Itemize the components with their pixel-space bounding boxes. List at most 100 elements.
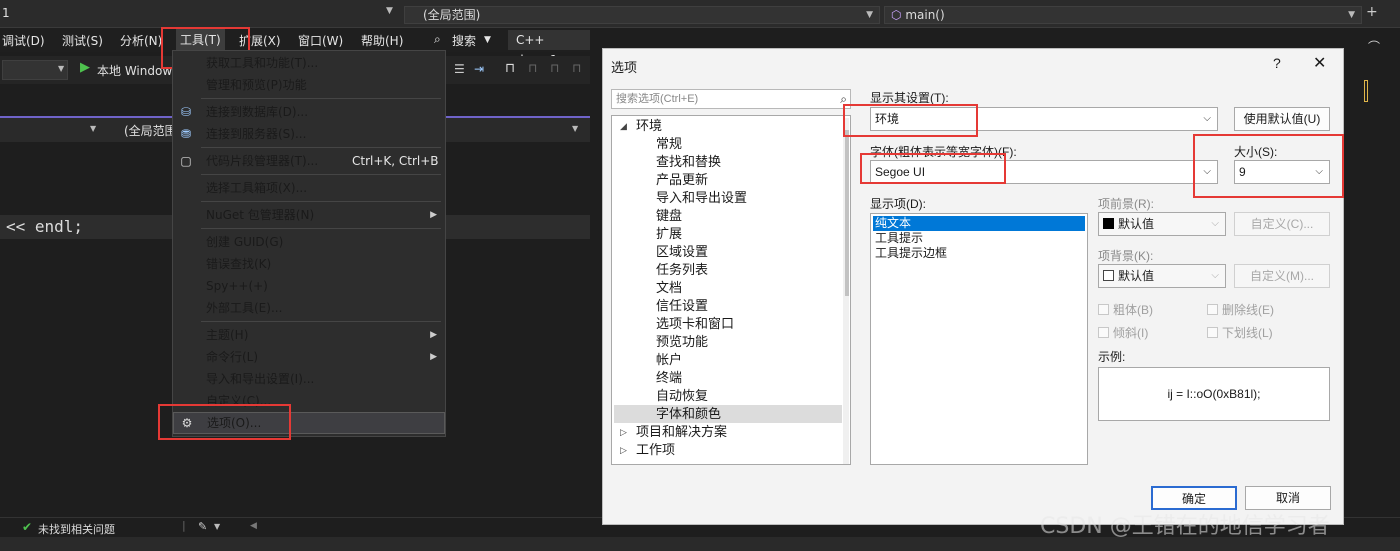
menu-debug[interactable]: 调试(D) <box>2 32 45 49</box>
split-icon[interactable]: + <box>1366 4 1378 20</box>
tree-item[interactable]: 扩展 <box>614 225 842 243</box>
tools-item-label: 管理和预览(P)功能 <box>206 78 307 92</box>
tools-item-import-export[interactable]: 导入和导出设置(I)... <box>173 369 445 389</box>
tools-item-shortcut: Ctrl+K, Ctrl+B <box>352 154 439 168</box>
tree-item[interactable]: 预览功能 <box>614 333 842 351</box>
help-icon[interactable]: ? <box>1273 55 1281 71</box>
foreground-custom-button[interactable]: 自定义(C)... <box>1234 212 1330 236</box>
tree-item[interactable]: ◢ 环境 <box>614 117 842 135</box>
tools-item-external-tools[interactable]: 外部工具(E)... <box>173 298 445 318</box>
tree-item[interactable]: ▷ 工作项 <box>614 441 842 459</box>
check-icon: ✔ <box>22 520 33 534</box>
tree-item[interactable]: 常规 <box>614 135 842 153</box>
background-select[interactable]: 默认值 ⌵ <box>1098 264 1226 288</box>
menu-extensions[interactable]: 扩展(X) <box>239 32 281 49</box>
tools-item-connect-db[interactable]: ⛁ 连接到数据库(D)... <box>173 102 445 122</box>
tools-item-guid[interactable]: 创建 GUID(G) <box>173 232 445 252</box>
tree-item[interactable]: 区域设置 <box>614 243 842 261</box>
tools-item-error-lookup[interactable]: 错误查找(K) <box>173 254 445 274</box>
options-search-input[interactable]: 搜索选项(Ctrl+E) ⌕ <box>611 89 851 109</box>
tools-item-nuget[interactable]: NuGet 包管理器(N) ▶ <box>173 205 445 225</box>
format-icon[interactable]: ☰ <box>454 62 465 76</box>
tools-item-toolbox[interactable]: 选择工具箱项(X)... <box>173 178 445 198</box>
tools-item-connect-server[interactable]: ⛃ 连接到服务器(S)... <box>173 124 445 144</box>
tree-item[interactable]: 任务列表 <box>614 261 842 279</box>
tree-item[interactable]: 终端 <box>614 369 842 387</box>
menu-tools[interactable]: 工具(T) <box>176 29 225 51</box>
bookmark-next-icon[interactable]: ⊓ <box>550 61 559 75</box>
expanded-icon[interactable]: ◢ <box>620 117 627 135</box>
collapsed-icon[interactable]: ▷ <box>620 423 627 441</box>
ok-button[interactable]: 确定 <box>1151 486 1237 510</box>
menu-separator <box>201 147 441 148</box>
tools-item-customize[interactable]: 自定义(C)... <box>173 391 445 411</box>
tree-item[interactable]: 自动恢复 <box>614 387 842 405</box>
list-item-tooltip-border[interactable]: 工具提示边框 <box>873 246 1085 261</box>
close-icon[interactable]: ✕ <box>1313 53 1326 73</box>
tree-item[interactable]: 产品更新 <box>614 171 842 189</box>
foreground-value: 默认值 <box>1118 217 1155 231</box>
indent-icon[interactable]: ⇥ <box>474 62 484 76</box>
tools-item-theme[interactable]: 主题(H) ▶ <box>173 325 445 345</box>
tree-item[interactable]: 帐户 <box>614 351 842 369</box>
snippet-icon: ▢ <box>180 154 192 168</box>
scope-dropdown[interactable]: (全局范围) ▼ <box>404 6 880 24</box>
tree-scroll-thumb[interactable] <box>845 130 849 296</box>
brush-icon[interactable]: ✎ <box>198 520 207 533</box>
tree-item[interactable]: 信任设置 <box>614 297 842 315</box>
pin-icon[interactable]: ⌒ <box>1368 38 1380 55</box>
foreground-select[interactable]: 默认值 ⌵ <box>1098 212 1226 236</box>
strikethrough-checkbox[interactable]: 删除线(E) <box>1207 301 1274 318</box>
tools-item-snippets[interactable]: ▢ 代码片段管理器(T)... Ctrl+K, Ctrl+B <box>173 151 445 171</box>
search-icon[interactable]: ⌕ <box>434 32 441 47</box>
tools-item-get-tools[interactable]: 获取工具和功能(T)... <box>173 53 445 73</box>
play-icon[interactable]: ▶ <box>80 60 90 75</box>
list-item-tooltip[interactable]: 工具提示 <box>873 231 1085 246</box>
bookmark-prev-icon[interactable]: ⊓ <box>528 61 537 75</box>
list-item-plain-text[interactable]: 纯文本 <box>873 216 1085 231</box>
underline-checkbox[interactable]: 下划线(L) <box>1207 324 1273 341</box>
dialog-title: 选项 <box>611 60 638 75</box>
tools-item-manage-preview[interactable]: 管理和预览(P)功能 <box>173 75 445 95</box>
tree-item[interactable]: 文档 <box>614 279 842 297</box>
cancel-button[interactable]: 取消 <box>1245 486 1331 510</box>
show-settings-select[interactable]: 环境 ⌵ <box>870 107 1218 131</box>
scroll-left-icon[interactable]: ◀ <box>250 521 257 531</box>
use-default-button[interactable]: 使用默认值(U) <box>1234 107 1330 131</box>
collapsed-icon[interactable]: ▷ <box>620 441 627 459</box>
bookmark-clear-icon[interactable]: ⊓ <box>572 61 581 75</box>
chevron-down-icon[interactable]: ▼ <box>90 124 96 133</box>
status-text[interactable]: 未找到相关问题 <box>38 521 115 537</box>
chevron-down-icon[interactable]: ▼ <box>214 522 220 531</box>
function-dropdown[interactable]: ⬡ main() ▼ <box>884 6 1362 24</box>
tree-item-label: 帐户 <box>656 352 683 367</box>
tools-item-options[interactable]: ⚙ 选项(O)... <box>173 412 445 434</box>
menu-test[interactable]: 测试(S) <box>62 32 103 49</box>
menu-window[interactable]: 窗口(W) <box>298 32 343 49</box>
tools-item-command-line[interactable]: 命令行(L) ▶ <box>173 347 445 367</box>
tree-item[interactable]: ▷ 项目和解决方案 <box>614 423 842 441</box>
tree-item[interactable]: 导入和导出设置 <box>614 189 842 207</box>
tree-item[interactable]: 字体和颜色 <box>614 405 842 423</box>
bookmark-icon[interactable]: ⊓ <box>505 61 515 76</box>
solution-tab[interactable]: C++ demo1 <box>508 30 590 67</box>
font-select[interactable]: Segoe UI ⌵ <box>870 160 1218 184</box>
tools-item-label: 连接到数据库(D)... <box>206 105 309 119</box>
background-custom-button[interactable]: 自定义(M)... <box>1234 264 1330 288</box>
menu-analyze[interactable]: 分析(N) <box>120 32 162 49</box>
tree-item[interactable]: 查找和替换 <box>614 153 842 171</box>
menu-help[interactable]: 帮助(H) <box>361 32 403 49</box>
menu-search[interactable]: 搜索 <box>452 32 476 49</box>
bold-checkbox[interactable]: 粗体(B) <box>1098 301 1153 318</box>
tools-item-spy[interactable]: Spy++(+) <box>173 276 445 296</box>
tools-item-label: 选项(O)... <box>207 416 262 430</box>
chevron-down-icon[interactable]: ▼ <box>572 124 578 133</box>
tree-item[interactable]: 键盘 <box>614 207 842 225</box>
checkbox-box <box>1207 327 1218 338</box>
italic-checkbox[interactable]: 倾斜(I) <box>1098 324 1148 341</box>
tree-item[interactable]: 选项卡和窗口 <box>614 315 842 333</box>
run-target[interactable]: 本地 Windows <box>97 62 178 79</box>
chevron-down-icon[interactable]: ▼ <box>386 6 393 16</box>
tree-item-label: 信任设置 <box>656 298 709 313</box>
size-select[interactable]: 9 ⌵ <box>1234 160 1330 184</box>
